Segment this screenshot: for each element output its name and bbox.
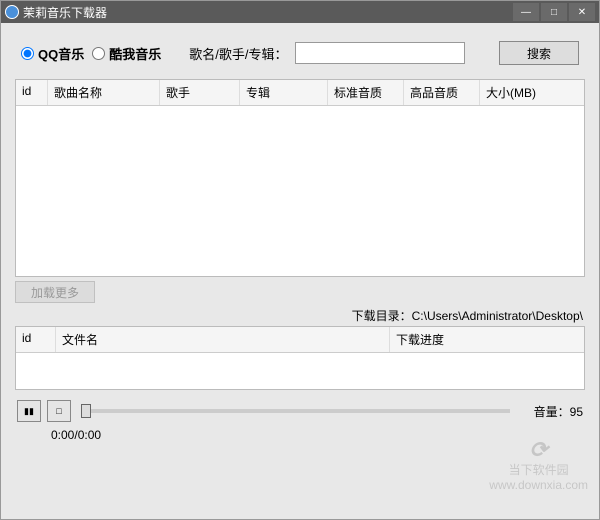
maximize-button[interactable]: □ (541, 3, 567, 21)
stop-button[interactable]: □ (47, 400, 71, 422)
load-more-button: 加载更多 (15, 281, 95, 303)
col-std-quality[interactable]: 标准音质 (328, 80, 404, 105)
minimize-button[interactable]: — (513, 3, 539, 21)
search-button[interactable]: 搜索 (499, 41, 579, 65)
slider-thumb[interactable] (81, 404, 91, 418)
col-artist[interactable]: 歌手 (160, 80, 240, 105)
dcol-filename[interactable]: 文件名 (56, 327, 390, 352)
downloads-body[interactable] (16, 353, 584, 389)
download-path-row: 下载目录：C:\Users\Administrator\Desktop\ (15, 303, 585, 326)
col-song[interactable]: 歌曲名称 (48, 80, 160, 105)
source-kuwo-radio[interactable]: 酷我音乐 (92, 44, 161, 63)
radio-kuwo-input[interactable] (92, 47, 105, 60)
close-button[interactable]: ✕ (569, 3, 595, 21)
col-id[interactable]: id (16, 80, 48, 105)
player-controls: ▮▮ □ 音量：95 (15, 390, 585, 424)
radio-qq-input[interactable] (21, 47, 34, 60)
progress-slider[interactable] (81, 409, 510, 413)
radio-qq-label: QQ音乐 (38, 44, 84, 63)
titlebar: 茉莉音乐下载器 — □ ✕ (1, 1, 599, 23)
results-body[interactable] (16, 106, 584, 276)
downloads-table: id 文件名 下载进度 (15, 326, 585, 390)
search-label: 歌名/歌手/专辑： (189, 44, 287, 63)
dcol-progress[interactable]: 下载进度 (390, 327, 584, 352)
dcol-id[interactable]: id (16, 327, 56, 352)
window-title: 茉莉音乐下载器 (23, 4, 511, 21)
search-bar: QQ音乐 酷我音乐 歌名/歌手/专辑： 搜索 (15, 33, 585, 79)
radio-kuwo-label: 酷我音乐 (109, 44, 161, 63)
source-qq-radio[interactable]: QQ音乐 (21, 44, 84, 63)
col-size[interactable]: 大小(MB) (480, 80, 584, 105)
col-hq-quality[interactable]: 高品音质 (404, 80, 480, 105)
play-pause-button[interactable]: ▮▮ (17, 400, 41, 422)
download-path-label: 下载目录： (352, 309, 412, 323)
download-path-value: C:\Users\Administrator\Desktop\ (412, 309, 583, 323)
col-album[interactable]: 专辑 (240, 80, 328, 105)
results-header-row: id 歌曲名称 歌手 专辑 标准音质 高品音质 大小(MB) (16, 80, 584, 106)
results-table: id 歌曲名称 歌手 专辑 标准音质 高品音质 大小(MB) (15, 79, 585, 277)
app-icon (5, 5, 19, 19)
downloads-header-row: id 文件名 下载进度 (16, 327, 584, 353)
search-input[interactable] (295, 42, 465, 64)
content-area: QQ音乐 酷我音乐 歌名/歌手/专辑： 搜索 id 歌曲名称 歌手 专辑 标准音… (1, 23, 599, 452)
app-window: 茉莉音乐下载器 — □ ✕ QQ音乐 酷我音乐 歌名/歌手/专辑： 搜索 id … (0, 0, 600, 520)
time-display: 0:00/0:00 (15, 424, 585, 442)
volume-label: 音量：95 (534, 403, 583, 420)
